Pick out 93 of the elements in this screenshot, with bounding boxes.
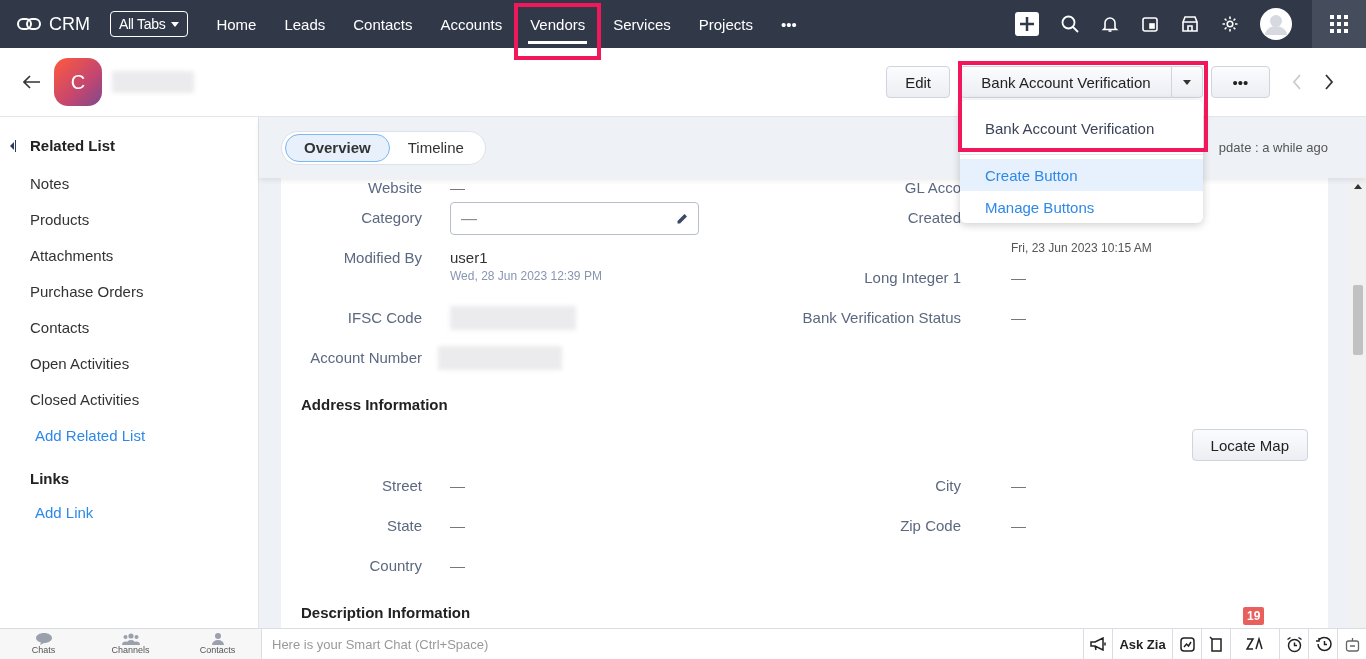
store-icon[interactable] bbox=[1181, 15, 1199, 33]
nav-tab[interactable]: Projects bbox=[684, 0, 767, 48]
related-list-item[interactable]: Open Activities bbox=[0, 345, 258, 381]
custom-action-button[interactable]: Bank Account Verification bbox=[960, 66, 1172, 98]
user-avatar-icon[interactable] bbox=[1260, 8, 1292, 40]
menu-item[interactable]: Manage Buttons bbox=[960, 191, 1203, 223]
edit-button[interactable]: Edit bbox=[886, 66, 950, 98]
field-value: — bbox=[450, 556, 465, 576]
search-icon[interactable] bbox=[1061, 15, 1079, 33]
chat-nav-item[interactable]: Channels bbox=[87, 629, 174, 659]
related-list-item[interactable]: Attachments bbox=[0, 237, 258, 273]
chat-bubble-icon bbox=[35, 633, 52, 645]
nav-tab[interactable]: Contacts bbox=[339, 0, 427, 48]
field-value: — bbox=[1011, 516, 1026, 536]
chart-icon bbox=[1179, 636, 1195, 652]
next-chevron-icon[interactable] bbox=[1324, 74, 1334, 90]
field-label: City bbox=[934, 476, 961, 496]
user-name: user1 bbox=[450, 248, 489, 268]
linked-rings-logo-icon bbox=[17, 17, 41, 31]
field-label: Zip Code bbox=[899, 516, 961, 536]
field-label: State bbox=[385, 516, 422, 536]
field-value: — bbox=[450, 178, 465, 198]
field-label: GL Acco bbox=[903, 178, 961, 198]
pencil-icon bbox=[676, 212, 688, 225]
field-label: Street bbox=[380, 476, 422, 496]
more-actions-button[interactable]: ••• bbox=[1211, 66, 1270, 98]
more-tabs-button[interactable]: ••• bbox=[766, 0, 811, 48]
collapse-icon[interactable] bbox=[9, 139, 16, 152]
menu-item[interactable]: Bank Account Verification bbox=[966, 112, 1197, 144]
chat-nav-item[interactable]: Chats bbox=[0, 629, 87, 659]
record-avatar: C bbox=[54, 58, 102, 106]
grid-icon bbox=[1330, 15, 1348, 33]
related-list-item[interactable]: Notes bbox=[0, 165, 258, 201]
add-related-list-link[interactable]: Add Related List bbox=[0, 417, 258, 453]
note-icon bbox=[1208, 636, 1224, 652]
locate-map-button[interactable]: Locate Map bbox=[1191, 429, 1308, 461]
field-value: — bbox=[450, 516, 465, 536]
people-icon bbox=[121, 633, 140, 645]
nav-tab[interactable]: Vendors bbox=[516, 0, 600, 48]
view-tab[interactable]: Overview bbox=[285, 133, 390, 162]
field-value: — bbox=[1011, 268, 1026, 288]
section-heading: Address Information bbox=[301, 396, 448, 413]
last-update-text: pdate : a while ago bbox=[1218, 140, 1328, 155]
notification-badge: 19 bbox=[1243, 607, 1265, 625]
nav-tab[interactable]: Services bbox=[599, 0, 685, 48]
section-heading: Related List bbox=[30, 137, 116, 154]
field-label: Category bbox=[360, 208, 422, 228]
app-name: CRM bbox=[49, 13, 90, 35]
nav-tab[interactable]: Leads bbox=[270, 0, 340, 48]
field-label: Long Integer 1 bbox=[863, 268, 961, 288]
settings-icon[interactable] bbox=[1221, 15, 1239, 33]
section-heading: Links bbox=[29, 470, 71, 487]
dropdown-toggle-button[interactable] bbox=[1172, 66, 1203, 98]
related-list-item[interactable]: Purchase Orders bbox=[0, 273, 258, 309]
scrollbar-thumb[interactable] bbox=[1353, 285, 1363, 355]
add-link-link[interactable]: Add Link bbox=[0, 494, 258, 530]
view-tab[interactable]: Timeline bbox=[389, 134, 482, 161]
chat-nav-item[interactable]: Contacts bbox=[174, 629, 261, 659]
field-label: Account Number bbox=[309, 348, 422, 368]
robot-icon bbox=[1344, 636, 1360, 652]
category-input-field[interactable]: — bbox=[450, 202, 699, 235]
caret-icon bbox=[171, 21, 180, 27]
field-label: Modified By bbox=[342, 248, 422, 268]
scrollbar[interactable] bbox=[1350, 178, 1366, 628]
nav-tab[interactable]: Accounts bbox=[426, 0, 517, 48]
section-heading: Description Information bbox=[301, 604, 471, 621]
plus-icon[interactable] bbox=[1015, 12, 1039, 36]
caret-icon bbox=[1183, 79, 1191, 85]
calendar-icon[interactable] bbox=[1141, 15, 1159, 33]
related-list-item[interactable]: Contacts bbox=[0, 309, 258, 345]
field-label: Bank Verification Status bbox=[801, 308, 961, 328]
back-arrow-icon[interactable] bbox=[23, 75, 41, 89]
alarm-clock-icon bbox=[1285, 635, 1303, 653]
field-label: Created bbox=[906, 208, 961, 228]
apps-grid-button[interactable] bbox=[1312, 0, 1366, 48]
field-value: — bbox=[450, 476, 465, 496]
field-label: IFSC Code bbox=[346, 308, 422, 328]
megaphone-icon bbox=[1089, 637, 1107, 651]
nav-tab[interactable]: Home bbox=[202, 0, 271, 48]
zia-icon bbox=[1246, 637, 1264, 651]
field-value: — bbox=[1011, 308, 1026, 328]
field-value: — bbox=[1011, 476, 1026, 496]
field-label: Website bbox=[367, 178, 422, 198]
scroll-up-icon bbox=[1354, 184, 1362, 189]
field-label: Country bbox=[368, 556, 422, 576]
person-icon bbox=[211, 633, 224, 645]
timestamp: Wed, 28 Jun 2023 12:39 PM bbox=[450, 269, 602, 283]
history-icon bbox=[1314, 636, 1332, 652]
all-tabs-button[interactable]: All Tabs bbox=[110, 11, 189, 37]
bell-icon[interactable] bbox=[1101, 15, 1119, 33]
related-list-item[interactable]: Closed Activities bbox=[0, 381, 258, 417]
related-list-item[interactable]: Products bbox=[0, 201, 258, 237]
timestamp: Fri, 23 Jun 2023 10:15 AM bbox=[1011, 241, 1152, 255]
